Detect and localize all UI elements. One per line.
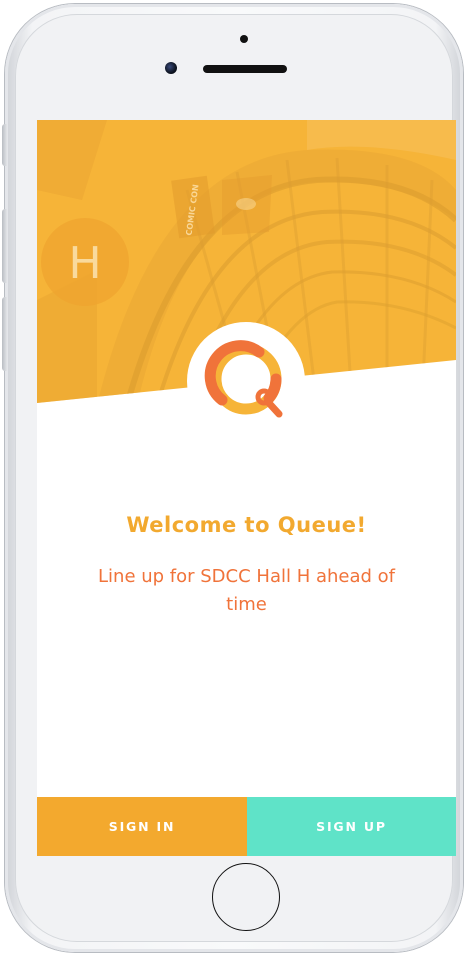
sign-up-label: SIGN UP	[316, 819, 387, 834]
welcome-title: Welcome to Queue!	[126, 513, 367, 537]
hero-h-sign: H	[68, 238, 101, 289]
app-screen: H COMIC CON Welcome to Queue! Line up fo…	[37, 120, 456, 856]
front-camera-icon	[165, 62, 177, 74]
volume-up-button	[2, 209, 7, 283]
sign-up-button[interactable]: SIGN UP	[247, 797, 456, 856]
sign-in-button[interactable]: SIGN IN	[37, 797, 247, 856]
volume-down-button	[2, 297, 7, 371]
sign-in-label: SIGN IN	[108, 819, 176, 834]
mute-switch	[2, 124, 7, 166]
home-button[interactable]	[212, 863, 280, 931]
tagline-text: Line up for SDCC Hall H ahead of time	[98, 566, 395, 615]
queue-logo	[187, 322, 305, 440]
earpiece-speaker	[203, 65, 287, 73]
queue-q-logo-icon	[204, 340, 283, 418]
proximity-sensor	[240, 35, 248, 43]
